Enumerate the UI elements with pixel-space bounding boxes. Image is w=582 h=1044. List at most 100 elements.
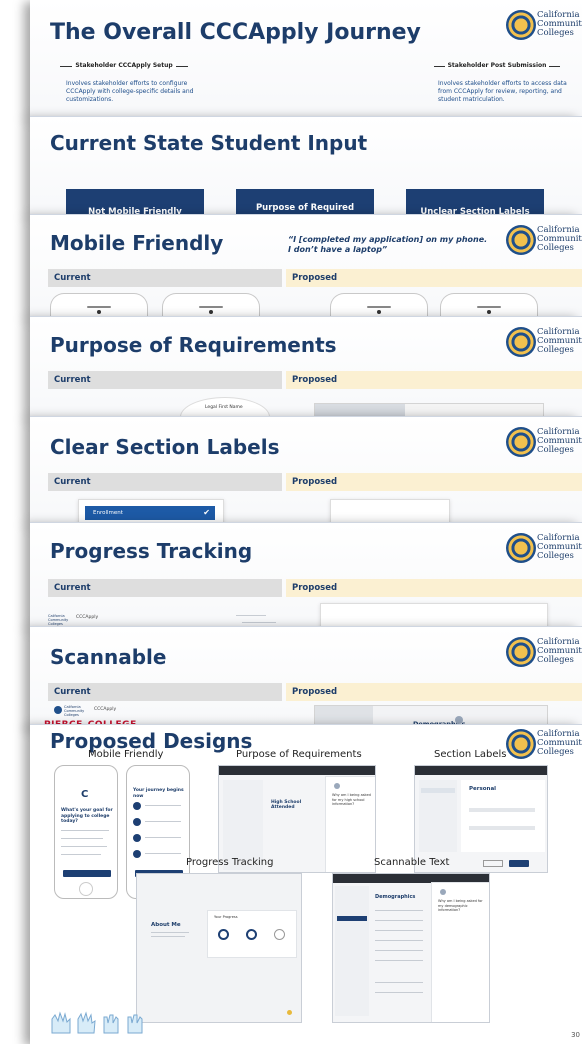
ccc-logo: California Community Colleges xyxy=(506,225,582,255)
section-back-button[interactable] xyxy=(483,860,503,867)
compare-header: Current Proposed xyxy=(48,371,582,389)
current-phone-1 xyxy=(50,293,148,318)
ccc-logo: California Community Colleges xyxy=(506,637,582,667)
slide-title: Purpose of Requirements xyxy=(50,333,337,357)
current-site-header: California Community Colleges CCCApply xyxy=(46,613,282,627)
current-label: Current xyxy=(48,579,282,597)
progress-mock: About Me Your Progress xyxy=(136,873,302,1023)
slide-title: Mobile Friendly xyxy=(50,231,224,255)
logo-line: Colleges xyxy=(537,345,574,355)
ccc-logo: California Community Colleges xyxy=(506,10,582,40)
hands-icon xyxy=(51,1011,143,1034)
slide-title: Clear Section Labels xyxy=(50,435,280,459)
ccc-seal-icon xyxy=(506,427,536,457)
mobile-phone-a: C What's your goal for applying to colle… xyxy=(54,765,118,899)
ccc-logo: California Community Colleges xyxy=(506,729,582,759)
setup-text: Involves stakeholder efforts to configur… xyxy=(66,80,194,103)
scannable-help-text: Why am I being asked for my demographic … xyxy=(438,899,483,912)
compare-header: Current Proposed xyxy=(48,683,582,701)
scannable-help-pane: Why am I being asked for my demographic … xyxy=(431,882,489,1022)
ccc-seal-icon xyxy=(506,729,536,759)
ccc-seal-icon xyxy=(506,327,536,357)
tile-section-labels: Unclear Section Labels xyxy=(406,189,544,216)
ccc-seal-icon xyxy=(506,10,536,40)
site-name: CCCApply xyxy=(76,615,99,620)
ccc-mini-logo-icon: C xyxy=(81,789,89,800)
current-label: Current xyxy=(48,371,282,389)
proposed-label: Proposed xyxy=(286,473,582,491)
hands-icon-row xyxy=(48,1009,158,1035)
ccc-seal-icon xyxy=(506,225,536,255)
proposed-section-card xyxy=(330,499,450,524)
compare-header: Current Proposed xyxy=(48,579,582,597)
mobile-heading: Your journey begins now xyxy=(133,788,184,799)
logo-line: Colleges xyxy=(537,28,574,38)
progress-step-1-icon xyxy=(218,929,229,940)
proposed-label: Proposed xyxy=(286,579,582,597)
compare-header: Current Proposed xyxy=(48,473,582,491)
tile-purpose: Purpose of Required xyxy=(236,189,374,216)
section-next-button[interactable] xyxy=(509,860,529,867)
proposed-label: Proposed xyxy=(286,683,582,701)
mini-logo-text: California Community Colleges xyxy=(48,614,69,626)
slide-purpose-of-requirements: Purpose of Requirements California Commu… xyxy=(30,316,582,418)
progress-card: Your Progress xyxy=(207,910,297,958)
info-icon xyxy=(455,716,463,724)
site-name: CCCApply xyxy=(94,707,117,712)
next-button[interactable] xyxy=(63,870,111,877)
logo-line: Colleges xyxy=(537,243,574,253)
caption-mobile: Mobile Friendly xyxy=(88,749,164,760)
ccc-logo: California Community Colleges xyxy=(506,427,582,457)
slide-title: Current State Student Input xyxy=(50,131,368,155)
purpose-heading: High School Attended xyxy=(271,800,302,810)
student-quote: “I [completed my application] on my phon… xyxy=(288,235,488,254)
caption-purpose: Purpose of Requirements xyxy=(236,749,362,760)
slide-title: Progress Tracking xyxy=(50,539,253,563)
tile-not-mobile: Not Mobile Friendly xyxy=(66,189,204,216)
slide-title: The Overall CCCApply Journey xyxy=(50,20,421,45)
info-icon xyxy=(334,783,340,789)
slide-progress-tracking: Progress Tracking California Community C… xyxy=(30,522,582,628)
proposed-phone-1 xyxy=(330,293,428,318)
ccc-seal-icon xyxy=(506,533,536,563)
slide-clear-section-labels: Clear Section Labels California Communit… xyxy=(30,416,582,524)
scannable-heading: Demographics xyxy=(375,894,416,900)
caption-progress: Progress Tracking xyxy=(186,857,274,868)
progress-step-3-icon xyxy=(274,929,285,940)
proposed-label: Proposed xyxy=(286,371,582,389)
caption-scannable: Scannable Text xyxy=(374,857,450,868)
slide-scannable: Scannable California Community Colleges … xyxy=(30,626,582,728)
page-number: 30 xyxy=(571,1031,580,1039)
compare-header: Current Proposed xyxy=(48,269,582,287)
enrollment-row: Enrollment ✔ xyxy=(85,506,215,520)
info-icon xyxy=(440,889,446,895)
field-label: Legal First Name xyxy=(205,405,243,410)
ccc-logo: California Community Colleges xyxy=(506,327,582,357)
post-text: Involves stakeholder efforts to access d… xyxy=(438,80,567,103)
progress-heading: About Me xyxy=(151,922,181,928)
current-label: Current xyxy=(48,683,282,701)
section-heading: Personal xyxy=(469,786,497,792)
check-icon: ✔ xyxy=(203,508,210,517)
logo-line: Colleges xyxy=(537,747,574,757)
caption-section-labels: Section Labels xyxy=(434,749,507,760)
mobile-question: What's your goal for applying to college… xyxy=(61,808,113,824)
logo-line: Colleges xyxy=(537,551,574,561)
mini-seal-icon xyxy=(54,706,62,714)
current-label: Current xyxy=(48,269,282,287)
progress-subheading: Your Progress xyxy=(214,915,238,919)
current-section-card: Enrollment ✔ xyxy=(78,499,224,524)
proposed-progress-card xyxy=(320,603,548,628)
slide-current-state: Current State Student Input Not Mobile F… xyxy=(30,116,582,216)
proposed-phone-2 xyxy=(440,293,538,318)
purpose-help-text: Why am I being asked for my high school … xyxy=(332,793,371,806)
purpose-help-pane: Why am I being asked for my high school … xyxy=(325,776,375,872)
current-phone-2 xyxy=(162,293,260,318)
slide-title: Scannable xyxy=(50,645,167,669)
legal-name-bubble: Legal First Name xyxy=(180,397,270,418)
ccc-logo: California Community Colleges xyxy=(506,533,582,563)
ccc-seal-icon xyxy=(506,637,536,667)
proposed-label: Proposed xyxy=(286,269,582,287)
current-label: Current xyxy=(48,473,282,491)
slide-overall-journey: The Overall CCCApply Journey California … xyxy=(30,0,582,118)
